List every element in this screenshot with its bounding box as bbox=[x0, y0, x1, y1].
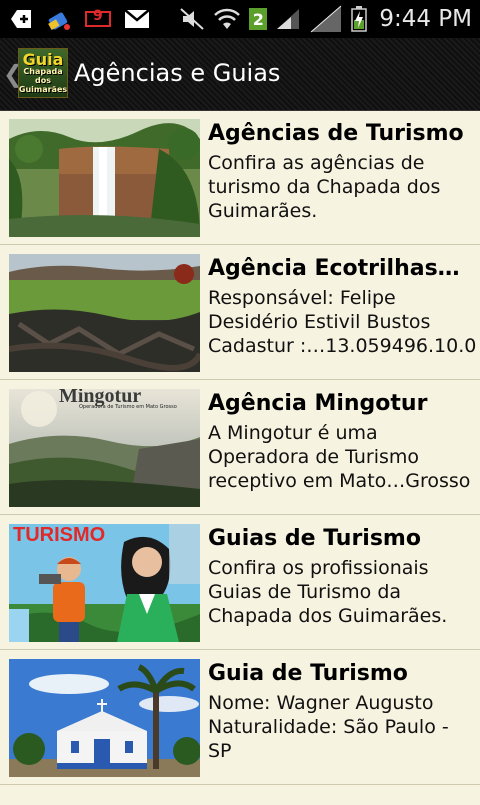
clock: 9:44 PM bbox=[379, 6, 472, 32]
notification-badge: 9 bbox=[93, 8, 103, 24]
item-description-line: SP bbox=[208, 740, 232, 762]
logo-text-sub: Chapada dos Guimarães bbox=[18, 67, 68, 94]
item-description-line: Confira os profissionais bbox=[208, 557, 429, 579]
notification-icons: 9 bbox=[10, 6, 150, 32]
sim2-icon: 2 bbox=[249, 8, 268, 30]
item-description-line: turismo da Chapada dos bbox=[208, 176, 441, 198]
list-item[interactable] bbox=[0, 785, 480, 805]
signal-weak-icon bbox=[309, 5, 343, 33]
item-description: A Mingotur é uma Operadora de Turismo re… bbox=[208, 421, 476, 493]
voicemail-icon: 9 bbox=[84, 6, 112, 32]
battery-charging-icon bbox=[351, 6, 368, 32]
signal-icon bbox=[275, 6, 301, 32]
item-description-line: Chapada dos Guimarães. bbox=[208, 605, 448, 627]
add-icon bbox=[10, 6, 34, 32]
page-title: Agências e Guias bbox=[74, 59, 281, 87]
item-list: Agências de Turismo Confira as agências … bbox=[0, 110, 480, 805]
item-description-line: Nome: Wagner Augusto bbox=[208, 692, 434, 714]
item-description-line: receptivo em Mato…Grosso bbox=[208, 470, 471, 492]
list-item[interactable]: Guia de Turismo Nome: Wagner Augusto Nat… bbox=[0, 650, 480, 785]
item-title: Guia de Turismo bbox=[208, 661, 408, 686]
action-bar: ❮ Guia Chapada dos Guimarães Agências e … bbox=[0, 38, 480, 111]
item-title: Guias de Turismo bbox=[208, 526, 421, 551]
cartoon-guides-image: TURISMO bbox=[9, 524, 200, 642]
burnt-field-image bbox=[9, 254, 200, 372]
list-item[interactable]: Agência Ecotrilhas… Responsável: Felipe … bbox=[0, 245, 480, 380]
item-description-line: A Mingotur é uma bbox=[208, 422, 378, 444]
eraser-icon bbox=[46, 6, 72, 32]
logo-text-main: Guia bbox=[22, 50, 64, 69]
item-description-line: Naturalidade: São Paulo - bbox=[208, 716, 449, 738]
gmail-icon bbox=[124, 6, 150, 32]
item-description-line: Desidério Estivil Bustos bbox=[208, 311, 431, 333]
mute-icon bbox=[179, 6, 205, 32]
sim-badge: 2 bbox=[252, 9, 264, 29]
image-caption: TURISMO bbox=[13, 524, 106, 546]
list-item[interactable]: Agências de Turismo Confira as agências … bbox=[0, 110, 480, 245]
item-description-line: Operadora de Turismo bbox=[208, 446, 420, 468]
item-title: Agência Mingotur bbox=[208, 391, 428, 416]
item-description-line: Guias de Turismo da bbox=[208, 581, 402, 603]
list-item[interactable]: Mingotur Operadora de Turismo em Mato Gr… bbox=[0, 380, 480, 515]
list-item[interactable]: TURISMO Guias de Turismo Confira os prof… bbox=[0, 515, 480, 650]
image-subcaption: Operadora de Turismo em Mato Grosso bbox=[79, 404, 177, 410]
item-description: Confira os profissionais Guias de Turism… bbox=[208, 556, 476, 628]
item-description: Responsável: Felipe Desidério Estivil Bu… bbox=[208, 286, 476, 358]
item-description-line: Cadastur :…13.059496.10.0 bbox=[208, 335, 476, 357]
item-title: Agências de Turismo bbox=[208, 121, 464, 146]
valley-image: Mingotur Operadora de Turismo em Mato Gr… bbox=[9, 389, 200, 507]
item-description-line: Confira as agências de bbox=[208, 152, 425, 174]
item-description: Nome: Wagner Augusto Naturalidade: São P… bbox=[208, 691, 476, 763]
item-title: Agência Ecotrilhas… bbox=[208, 256, 460, 281]
app-logo[interactable]: Guia Chapada dos Guimarães bbox=[18, 48, 68, 98]
item-description-line: Responsável: Felipe bbox=[208, 287, 396, 309]
status-bar: 9 2 9:44 PM bbox=[0, 0, 480, 38]
system-icons: 2 9:44 PM bbox=[179, 5, 472, 33]
wifi-icon bbox=[213, 6, 241, 32]
item-description: Confira as agências de turismo da Chapad… bbox=[208, 151, 476, 223]
church-image bbox=[9, 659, 200, 777]
waterfall-image bbox=[9, 119, 200, 237]
item-description-line: Guimarães. bbox=[208, 200, 318, 222]
